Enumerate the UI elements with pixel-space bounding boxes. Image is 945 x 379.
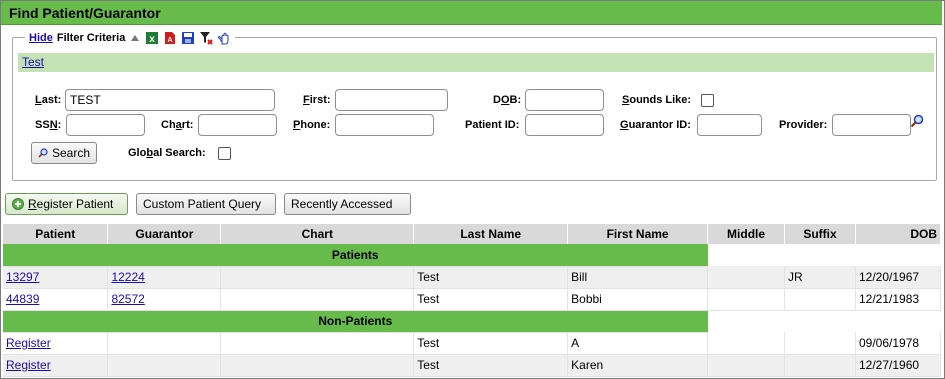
first-name-label: First:	[303, 94, 331, 106]
search-button[interactable]: Search	[31, 142, 97, 164]
global-search-checkbox[interactable]	[218, 147, 231, 160]
group-row-non-patients: Non-Patients	[3, 310, 941, 333]
suffix-cell	[784, 288, 856, 311]
svg-text:x: x	[150, 34, 156, 45]
recently-accessed-button[interactable]: Recently Accessed	[284, 193, 411, 215]
save-icon[interactable]	[181, 31, 195, 45]
hand-pointer-icon[interactable]	[217, 31, 231, 45]
first-name-input[interactable]	[335, 89, 448, 111]
guarantor-id-input[interactable]	[697, 114, 762, 136]
custom-patient-query-button[interactable]: Custom Patient Query	[136, 193, 276, 215]
dob-cell: 12/21/1983	[855, 288, 942, 311]
register-patient-label: Register Patient	[28, 197, 114, 211]
dob-cell: 09/06/1978	[855, 332, 942, 355]
guarantor-id-label: Guarantor ID:	[620, 119, 691, 131]
global-search-label: Global Search:	[128, 147, 206, 159]
col-header-chart[interactable]: Chart	[220, 224, 415, 244]
col-header-last-name[interactable]: Last Name	[413, 224, 569, 244]
guarantor-cell	[107, 354, 222, 377]
suffix-cell: JR	[784, 266, 856, 289]
last-name-cell: Test	[413, 354, 569, 377]
col-header-first-name[interactable]: First Name	[567, 224, 709, 244]
hide-filter-link[interactable]: Hide	[29, 32, 53, 44]
custom-patient-query-label: Custom Patient Query	[143, 197, 262, 211]
middle-cell	[707, 332, 786, 355]
table-row[interactable]: 44839 82572 Test Bobbi 12/21/1983	[3, 288, 942, 311]
guarantor-link[interactable]: 82572	[111, 292, 144, 306]
guarantor-link[interactable]: 12224	[111, 270, 144, 284]
group-label-patients: Patients	[3, 244, 708, 267]
register-link[interactable]: Register	[6, 336, 51, 350]
last-name-cell: Test	[413, 288, 569, 311]
middle-cell	[707, 354, 786, 377]
ssn-input[interactable]	[66, 114, 145, 136]
filter-criteria-label: Filter Criteria	[56, 32, 126, 44]
patient-id-label: Patient ID:	[465, 119, 520, 131]
table-row[interactable]: 13297 12224 Test Bill JR 12/20/1967	[3, 266, 942, 289]
patient-link[interactable]: 44839	[6, 292, 39, 306]
dob-cell: 12/20/1967	[855, 266, 942, 289]
provider-lookup-icon[interactable]	[910, 114, 924, 128]
sounds-like-label: Sounds Like:	[622, 94, 692, 106]
guarantor-cell	[107, 332, 222, 355]
collapse-arrow-icon[interactable]	[131, 35, 140, 41]
chart-label: Chart:	[161, 119, 194, 131]
suffix-cell	[784, 354, 856, 377]
col-header-patient[interactable]: Patient	[3, 224, 109, 244]
col-header-dob[interactable]: DOB	[855, 224, 942, 244]
last-name-cell: Test	[413, 266, 569, 289]
table-row[interactable]: Register Test Karen 12/27/1960	[3, 354, 942, 377]
saved-filter-bar: Test	[18, 53, 934, 72]
patient-id-input[interactable]	[525, 114, 604, 136]
last-name-input[interactable]: TEST	[65, 89, 275, 111]
table-row[interactable]: Register Test A 09/06/1978	[3, 332, 942, 355]
last-name-label: Last:	[35, 94, 62, 106]
dob-cell: 12/27/1960	[855, 354, 942, 377]
middle-cell	[707, 266, 786, 289]
filter-toolbar: Hide Filter Criteria x A	[25, 30, 236, 46]
chart-cell	[220, 332, 415, 355]
patient-link[interactable]: 13297	[6, 270, 39, 284]
recently-accessed-label: Recently Accessed	[291, 197, 393, 211]
first-name-cell: Bobbi	[567, 288, 709, 311]
chart-input[interactable]	[198, 114, 277, 136]
suffix-cell	[784, 332, 856, 355]
table-header-row: Patient Guarantor Chart Last Name First …	[3, 224, 942, 244]
filter-criteria-panel: Hide Filter Criteria x A Test Last: TEST…	[12, 30, 937, 181]
group-label-non-patients: Non-Patients	[3, 310, 708, 333]
clear-filter-icon[interactable]	[199, 31, 214, 45]
add-circle-icon	[12, 198, 24, 210]
first-name-cell: Bill	[567, 266, 709, 289]
register-link[interactable]: Register	[6, 358, 51, 372]
last-name-cell: Test	[413, 332, 569, 355]
first-name-cell: A	[567, 332, 709, 355]
col-header-suffix[interactable]: Suffix	[784, 224, 856, 244]
search-icon	[38, 148, 48, 158]
sounds-like-checkbox[interactable]	[701, 94, 714, 107]
register-patient-button[interactable]: Register Patient	[5, 193, 128, 215]
results-table: Patient Guarantor Chart Last Name First …	[3, 224, 942, 377]
chart-cell	[220, 266, 415, 289]
search-button-label: Search	[51, 146, 90, 160]
page-title: Find Patient/Guarantor	[1, 1, 942, 25]
first-name-cell: Karen	[567, 354, 709, 377]
dob-input[interactable]	[525, 89, 604, 111]
provider-input[interactable]	[832, 114, 911, 136]
saved-filter-link[interactable]: Test	[22, 55, 44, 69]
col-header-guarantor[interactable]: Guarantor	[107, 224, 222, 244]
middle-cell	[707, 288, 786, 311]
chart-cell	[220, 288, 415, 311]
col-header-middle[interactable]: Middle	[707, 224, 786, 244]
provider-label: Provider:	[779, 119, 828, 131]
svg-text:A: A	[168, 37, 173, 44]
group-row-patients: Patients	[3, 244, 941, 267]
ssn-label: SSN:	[35, 119, 62, 131]
phone-label: Phone:	[293, 119, 331, 131]
dob-label: DOB:	[493, 94, 522, 106]
excel-export-icon[interactable]: x	[145, 31, 159, 45]
chart-cell	[220, 354, 415, 377]
phone-input[interactable]	[335, 114, 434, 136]
pdf-export-icon[interactable]: A	[163, 31, 177, 45]
